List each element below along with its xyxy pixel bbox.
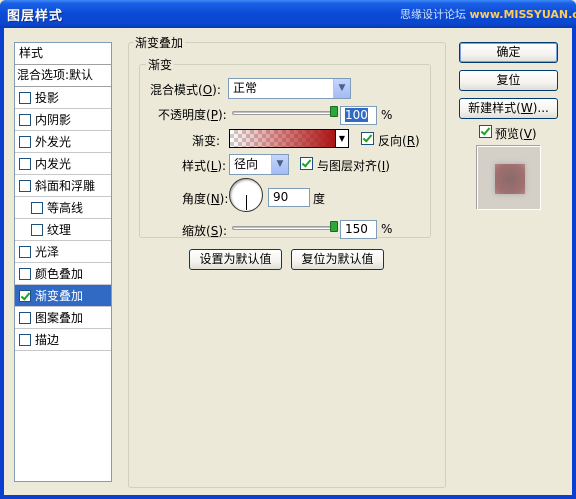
scale-percent: % — [381, 222, 393, 236]
watermark-site: www.MISSYUAN.com — [469, 8, 576, 21]
chevron-down-icon[interactable]: ▼ — [271, 155, 288, 174]
style-item-checkbox[interactable] — [19, 136, 31, 148]
style-item-label: 内阴影 — [35, 113, 72, 127]
style-item[interactable]: 描边 — [15, 329, 111, 351]
opacity-slider-track[interactable] — [232, 111, 338, 115]
style-item-label: 投影 — [35, 91, 60, 105]
style-item-checkbox[interactable] — [19, 114, 31, 126]
style-item-label: 纹理 — [47, 223, 72, 237]
style-item-label: 斜面和浮雕 — [35, 179, 96, 193]
subgroup-title: 渐变 — [146, 56, 175, 73]
style-item-label: 光泽 — [35, 245, 60, 259]
align-with-layer-checkbox[interactable] — [300, 157, 313, 170]
style-item-checkbox[interactable] — [31, 202, 43, 214]
style-item-checkbox[interactable] — [19, 92, 31, 104]
watermark-prefix: 思缘设计论坛 — [400, 8, 466, 21]
style-item-checkbox[interactable] — [19, 246, 31, 258]
preview-label[interactable]: 预览(V) — [495, 125, 537, 142]
gradient-style-value: 径向 — [234, 157, 259, 171]
styles-list: 样式 混合选项:默认 投影内阴影外发光内发光斜面和浮雕等高线纹理光泽颜色叠加渐变… — [14, 42, 112, 482]
style-item-checkbox[interactable] — [19, 158, 31, 170]
blend-options-item[interactable]: 混合选项:默认 — [15, 65, 111, 87]
gradient-style-select[interactable]: 径向 ▼ — [229, 154, 289, 175]
style-item[interactable]: 等高线 — [15, 197, 111, 219]
angle-dial[interactable] — [229, 178, 263, 212]
style-item[interactable]: 外发光 — [15, 131, 111, 153]
scale-label: 缩放(S): — [182, 224, 228, 238]
style-item-label: 颜色叠加 — [35, 267, 84, 281]
reset-button[interactable]: 复位 — [459, 70, 558, 91]
window-title: 图层样式 — [7, 9, 64, 24]
style-item-label: 外发光 — [35, 135, 72, 149]
ok-button[interactable]: 确定 — [459, 42, 558, 63]
style-preview-thumbnail — [477, 146, 541, 210]
style-item[interactable]: 内阴影 — [15, 109, 111, 131]
opacity-slider-thumb[interactable] — [330, 106, 338, 117]
style-item[interactable]: 内发光 — [15, 153, 111, 175]
style-label: 样式(L): — [182, 159, 227, 173]
style-item[interactable]: 渐变叠加 — [15, 285, 111, 307]
style-item-checkbox[interactable] — [19, 268, 31, 280]
layer-style-dialog: 图层样式 思缘设计论坛 www.MISSYUAN.com 样式 混合选项:默认 … — [0, 0, 576, 499]
style-item-label: 渐变叠加 — [35, 289, 84, 303]
gradient-label: 渐变: — [192, 134, 221, 148]
gradient-swatch[interactable] — [229, 129, 336, 148]
scale-slider-track[interactable] — [232, 226, 338, 230]
blend-mode-select[interactable]: 正常 ▼ — [228, 78, 351, 99]
styles-header[interactable]: 样式 — [15, 43, 111, 65]
style-item-label: 图案叠加 — [35, 311, 84, 325]
style-item[interactable]: 光泽 — [15, 241, 111, 263]
style-item-label: 描边 — [35, 333, 60, 347]
reverse-checkbox[interactable] — [361, 132, 374, 145]
angle-input[interactable]: 90 — [268, 188, 310, 207]
scale-input[interactable]: 150 — [340, 220, 377, 239]
opacity-input[interactable]: 100 — [340, 106, 377, 125]
chevron-down-icon[interactable]: ▼ — [333, 79, 350, 98]
gradient-subgroup: 渐变 混合模式(O): 正常 ▼ 不透明度(P): 100 % 渐变: ▼ 反向 — [139, 56, 431, 239]
opacity-percent: % — [381, 108, 393, 122]
watermark: 思缘设计论坛 www.MISSYUAN.com — [400, 6, 576, 22]
blend-mode-label: 混合模式(O): — [150, 83, 221, 97]
style-item-checkbox[interactable] — [19, 180, 31, 192]
scale-slider-thumb[interactable] — [330, 221, 338, 232]
opacity-label: 不透明度(P): — [158, 108, 227, 122]
reset-to-default-button[interactable]: 复位为默认值 — [291, 249, 384, 270]
style-item[interactable]: 纹理 — [15, 219, 111, 241]
style-item-checkbox[interactable] — [31, 224, 43, 236]
angle-unit: 度 — [313, 192, 326, 206]
style-item-checkbox[interactable] — [19, 312, 31, 324]
style-item[interactable]: 图案叠加 — [15, 307, 111, 329]
style-item[interactable]: 斜面和浮雕 — [15, 175, 111, 197]
title-bar[interactable]: 图层样式 思缘设计论坛 www.MISSYUAN.com — [0, 0, 576, 28]
make-default-button[interactable]: 设置为默认值 — [189, 249, 282, 270]
gradient-overlay-group: 渐变叠加 渐变 混合模式(O): 正常 ▼ 不透明度(P): 100 % 渐变: — [128, 34, 446, 488]
style-item-checkbox[interactable] — [19, 290, 31, 302]
blend-mode-value: 正常 — [233, 81, 258, 95]
angle-label: 角度(N): — [182, 192, 229, 206]
preview-checkbox[interactable] — [479, 125, 492, 138]
reverse-label[interactable]: 反向(R) — [378, 132, 420, 149]
new-style-button[interactable]: 新建样式(W)... — [459, 98, 558, 119]
gradient-dropdown-icon[interactable]: ▼ — [336, 129, 349, 148]
style-item-label: 等高线 — [47, 201, 84, 215]
group-title: 渐变叠加 — [133, 34, 186, 51]
preview-swatch — [495, 164, 525, 194]
style-item[interactable]: 投影 — [15, 87, 111, 109]
style-item[interactable]: 颜色叠加 — [15, 263, 111, 285]
dialog-client-area: 样式 混合选项:默认 投影 内阴影 外发光 内发光 斜面和浮雕 等高线 纹理 光泽 颜色叠加 渐变… — [4, 28, 572, 495]
style-item-label: 内发光 — [35, 157, 72, 171]
style-item-checkbox[interactable] — [19, 334, 31, 346]
align-with-layer-label[interactable]: 与图层对齐(I) — [317, 157, 390, 174]
